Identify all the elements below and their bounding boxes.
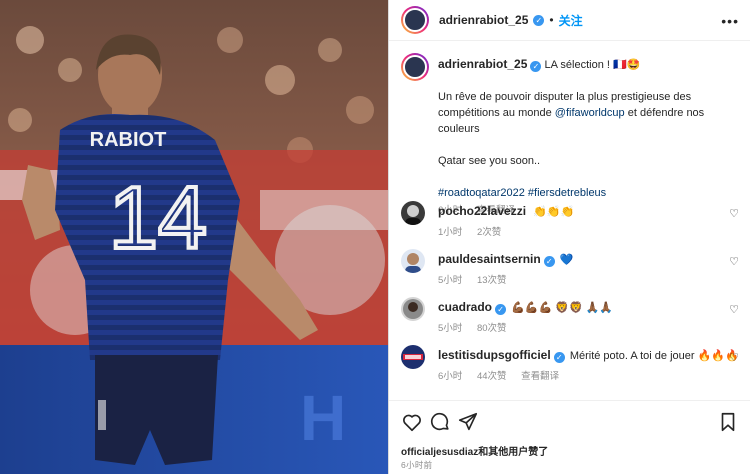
bookmark-icon[interactable] [717, 411, 739, 433]
post-timestamp[interactable]: 6小时前 [401, 459, 432, 471]
verified-icon: ✓ [553, 352, 565, 363]
liked-by-summary[interactable]: officialjesusdiaz和其他用户赞了 [401, 443, 548, 458]
heart-outline-icon[interactable]: ♡ [729, 303, 739, 316]
commenter-avatar[interactable] [401, 297, 425, 321]
comment-meta: 6小时 44次赞 查看翻译 [438, 368, 571, 382]
caption-body: adrienrabiot_25 ✓ LA sélection ! 🇫🇷🤩 Un … [438, 53, 738, 219]
comment-item: pocho22lavezzi 👏👏👏 1小时 2次赞 ♡ [401, 201, 741, 241]
caption-line3: Qatar see you soon.. [438, 155, 541, 167]
commenter-avatar[interactable] [401, 201, 425, 225]
verified-icon: ✓ [530, 61, 542, 72]
heart-outline-icon[interactable]: ♡ [729, 255, 739, 268]
separator-dot: • [549, 13, 554, 27]
comment-text: Mérité poto. A toi de jouer 🔥🔥🔥 [569, 350, 739, 362]
comment-text-row: lestitisdupsgofficiel ✓ Mérité poto. A t… [438, 348, 739, 363]
caption-hashtags[interactable]: #roadtoqatar2022 #fiersdetrebleus [438, 185, 738, 201]
comments-scroll-area[interactable]: adrienrabiot_25 ✓ LA sélection ! 🇫🇷🤩 Un … [389, 41, 750, 400]
heart-outline-icon[interactable]: ♡ [729, 207, 739, 220]
comment-likes[interactable]: 13次赞 [477, 275, 507, 286]
follow-button[interactable]: 关注 [559, 12, 583, 29]
author-avatar[interactable] [401, 6, 429, 34]
post-actions: officialjesusdiaz和其他用户赞了 6小时前 [389, 400, 750, 474]
author-username[interactable]: adrienrabiot_25 [439, 13, 528, 27]
post-header: adrienrabiot_25 ✓ • 关注 ••• [389, 0, 750, 41]
post-photo[interactable]: H RABIOT 14 [0, 0, 388, 474]
jersey-name: RABIOT [90, 129, 167, 151]
comment-username[interactable]: lestitisdupsgofficiel [438, 348, 551, 362]
svg-text:H: H [300, 382, 346, 454]
jersey-number: 14 [109, 168, 207, 267]
post-details-panel: adrienrabiot_25 ✓ • 关注 ••• adrienrabiot_… [388, 0, 750, 474]
comment-text-row: pauldesaintsernin ✓ 💙 [438, 252, 574, 267]
commenter-avatar[interactable] [401, 249, 425, 273]
comment-item: lestitisdupsgofficiel ✓ Mérité poto. A t… [401, 345, 741, 385]
comment-time[interactable]: 5小时 [438, 323, 462, 334]
comment-username[interactable]: cuadrado [438, 300, 492, 314]
comment-time[interactable]: 6小时 [438, 371, 462, 382]
comment-time[interactable]: 1小时 [438, 227, 462, 238]
caption-mention[interactable]: @fifaworldcup [555, 107, 625, 119]
caption-avatar[interactable] [401, 53, 429, 81]
comment-time[interactable]: 5小时 [438, 275, 462, 286]
verified-icon: ✓ [533, 14, 545, 26]
caption-username[interactable]: adrienrabiot_25 [438, 57, 527, 71]
comment-item: pauldesaintsernin ✓ 💙 5小时 13次赞 ♡ [401, 249, 741, 289]
comment-meta: 5小时 13次赞 [438, 272, 519, 286]
comment-item: cuadrado ✓ 💪🏾💪🏾💪🏾 🦁🦁 🙏🏾🙏🏾 5小时 80次赞 ♡ [401, 297, 741, 337]
comment-likes[interactable]: 44次赞 [477, 371, 507, 382]
photo-illustration: H RABIOT 14 [0, 0, 388, 474]
comment-translate[interactable]: 查看翻译 [521, 371, 559, 382]
comment-meta: 5小时 80次赞 [438, 320, 519, 334]
share-paper-plane-icon[interactable] [457, 411, 479, 433]
caption-paragraph: Un rêve de pouvoir disputer la plus pres… [438, 89, 738, 137]
verified-icon: ✓ [495, 304, 507, 315]
comment-likes[interactable]: 80次赞 [477, 323, 507, 334]
more-options-icon[interactable]: ••• [721, 13, 739, 29]
commenter-avatar[interactable] [401, 345, 425, 369]
comment-text: 👏👏👏 [533, 206, 575, 218]
comment-bubble-icon[interactable] [429, 411, 451, 433]
comment-username[interactable]: pocho22lavezzi [438, 204, 526, 218]
comment-text-row: pocho22lavezzi 👏👏👏 [438, 204, 574, 218]
comment-meta: 1小时 2次赞 [438, 224, 513, 238]
comment-username[interactable]: pauldesaintsernin [438, 252, 541, 266]
caption-line1: LA sélection ! 🇫🇷🤩 [544, 59, 641, 71]
like-heart-icon[interactable] [401, 411, 423, 433]
comment-text: 💪🏾💪🏾💪🏾 🦁🦁 🙏🏾🙏🏾 [511, 302, 614, 314]
comment-text: 💙 [559, 254, 574, 266]
comment-text-row: cuadrado ✓ 💪🏾💪🏾💪🏾 🦁🦁 🙏🏾🙏🏾 [438, 300, 613, 315]
verified-icon: ✓ [543, 256, 555, 267]
heart-outline-icon[interactable]: ♡ [729, 351, 739, 364]
comment-likes[interactable]: 2次赞 [477, 227, 501, 238]
